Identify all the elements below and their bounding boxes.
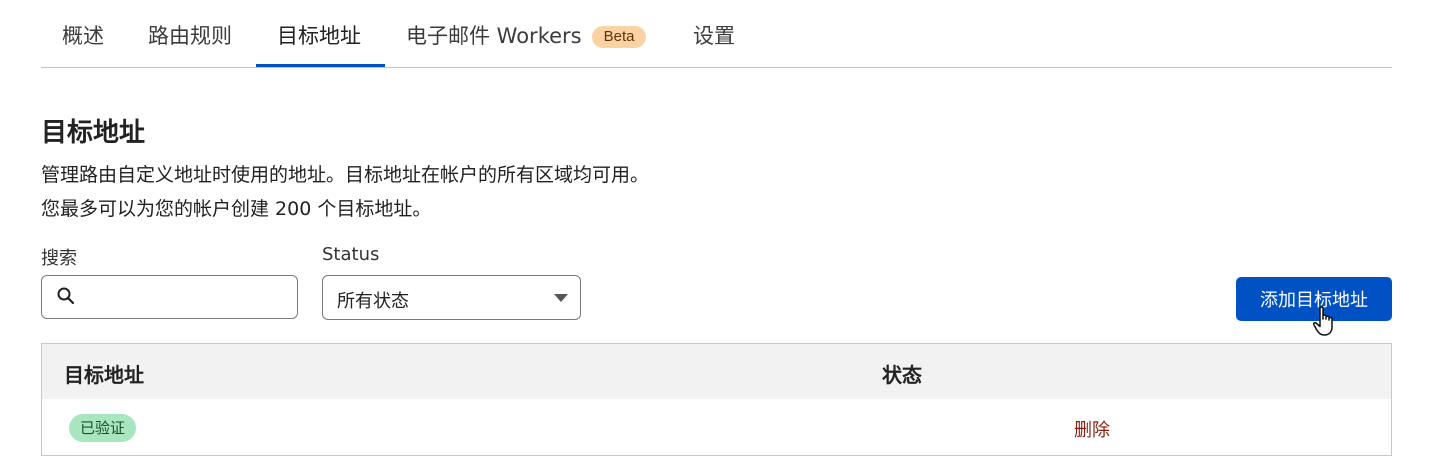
delete-link[interactable]: 删除 (1074, 416, 1110, 442)
destination-addresses-table: 目标地址 状态 已验证 删除 (41, 343, 1392, 456)
tab-email-workers-label: 电子邮件 Workers (406, 24, 582, 48)
status-select-value: 所有状态 (337, 291, 409, 312)
beta-badge: Beta (591, 26, 647, 48)
tab-email-workers[interactable]: 电子邮件 Workers Beta (406, 20, 647, 50)
search-input[interactable] (86, 282, 290, 314)
active-tab-indicator (256, 64, 385, 67)
chevron-down-icon (554, 294, 568, 302)
column-header-address: 目标地址 (64, 363, 144, 387)
tab-overview[interactable]: 概述 (62, 20, 104, 50)
tab-destination-addresses[interactable]: 目标地址 (277, 20, 361, 50)
page-title: 目标地址 (41, 118, 146, 148)
status-select[interactable]: 所有状态 (322, 275, 581, 320)
table-header: 目标地址 状态 (42, 344, 1391, 399)
tab-settings[interactable]: 设置 (693, 20, 735, 50)
search-label: 搜索 (41, 248, 77, 269)
search-icon (57, 287, 75, 305)
status-label: Status (322, 244, 380, 265)
page-description-line-2: 您最多可以为您的帐户创建 200 个目标地址。 (41, 198, 432, 220)
status-badge: 已验证 (69, 414, 137, 442)
table-row: 已验证 删除 (42, 399, 1391, 455)
tab-routing-rules[interactable]: 路由规则 (148, 20, 232, 50)
hand-pointer-icon (1312, 306, 1333, 336)
tab-bar: 概述 路由规则 目标地址 电子邮件 Workers Beta 设置 (41, 0, 1392, 68)
page-description-line-1: 管理路由自定义地址时使用的地址。目标地址在帐户的所有区域均可用。 (41, 164, 650, 186)
column-header-status: 状态 (882, 363, 922, 387)
search-field[interactable] (41, 275, 298, 319)
